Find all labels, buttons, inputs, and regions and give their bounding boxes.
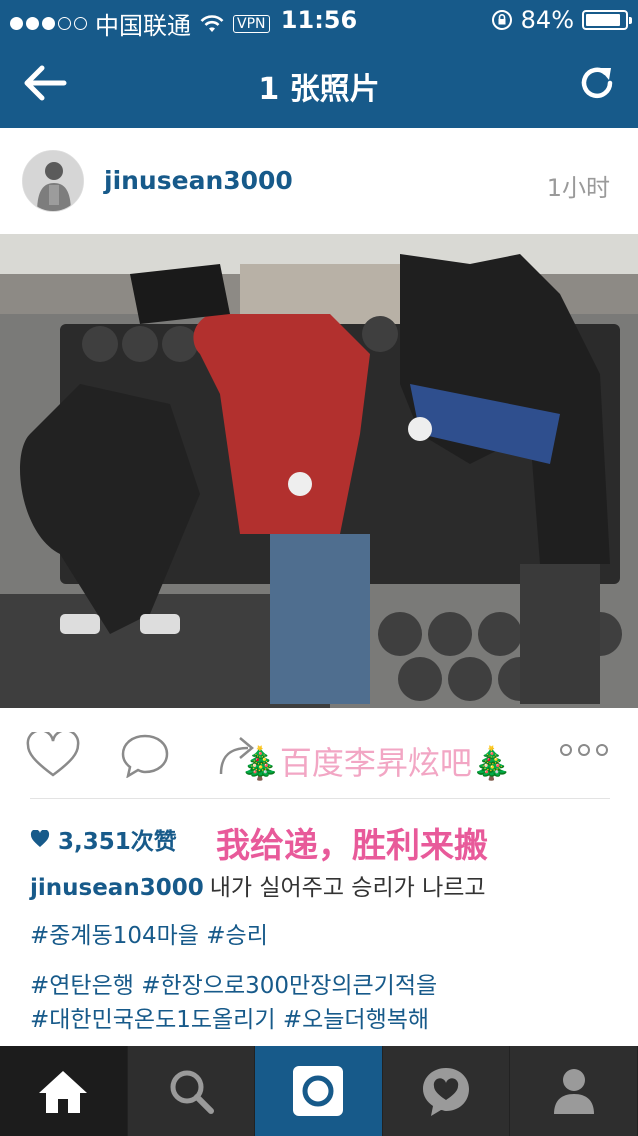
post-actions: 🎄百度李昇炫吧🎄: [0, 708, 638, 798]
overlay-caption: 我给递，胜利来搬: [216, 826, 488, 866]
avatar[interactable]: [22, 150, 84, 212]
caption-username[interactable]: jinusean3000: [30, 875, 204, 901]
post-header: jinusean3000 1小时: [0, 128, 638, 234]
battery-percent: 84%: [520, 6, 574, 34]
small-heart-icon: [30, 830, 50, 847]
post-username[interactable]: jinusean3000: [104, 166, 293, 195]
more-options-icon[interactable]: [560, 744, 608, 756]
post-photo[interactable]: [0, 234, 638, 708]
christmas-tree-icon: 🎄: [471, 744, 512, 782]
caption-text: 내가 실어주고 승리가 나르고: [209, 875, 486, 901]
search-icon: [170, 1070, 214, 1114]
watermark-text: 🎄百度李昇炫吧🎄: [240, 738, 512, 784]
rotation-lock-icon: [491, 10, 512, 30]
profile-icon: [553, 1069, 594, 1114]
hashtags-line-2[interactable]: #연탄은행 #한장으로300만장의큰기적을: [30, 966, 437, 1000]
christmas-tree-icon: 🎄: [240, 744, 280, 782]
nav-bar: 1 张照片: [0, 40, 638, 128]
post-caption: jinusean3000 내가 실어주고 승리가 나르고: [30, 868, 486, 902]
tab-search[interactable]: [128, 1046, 256, 1136]
tab-activity[interactable]: [383, 1046, 511, 1136]
activity-heart-icon: [423, 1068, 470, 1116]
likes-count[interactable]: 3,351次赞: [30, 822, 177, 856]
tab-bar: [0, 1046, 638, 1136]
likes-label: 3,351次赞: [58, 829, 177, 855]
battery-icon: [582, 10, 632, 30]
divider: [30, 798, 610, 799]
refresh-icon[interactable]: [578, 60, 618, 106]
camera-icon: [293, 1066, 344, 1116]
post-time: 1小时: [546, 174, 610, 202]
watermark-label: 百度李昇炫吧: [279, 744, 472, 782]
hashtags-line-1[interactable]: #중계동104마을 #승리: [30, 916, 268, 950]
comment-bubble-icon[interactable]: [120, 732, 170, 778]
tab-home[interactable]: [0, 1046, 128, 1136]
tab-profile[interactable]: [510, 1046, 638, 1136]
page-title: 1 张照片: [258, 72, 380, 107]
home-icon: [39, 1071, 88, 1113]
tab-camera[interactable]: [255, 1046, 383, 1136]
status-bar: 中国联通 VPN 11:56 84%: [0, 0, 638, 40]
status-right: 84%: [491, 6, 632, 34]
like-heart-icon[interactable]: [26, 732, 80, 778]
hashtags-line-3[interactable]: #대한민국온도1도올리기 #오늘더행복해: [30, 1000, 429, 1034]
